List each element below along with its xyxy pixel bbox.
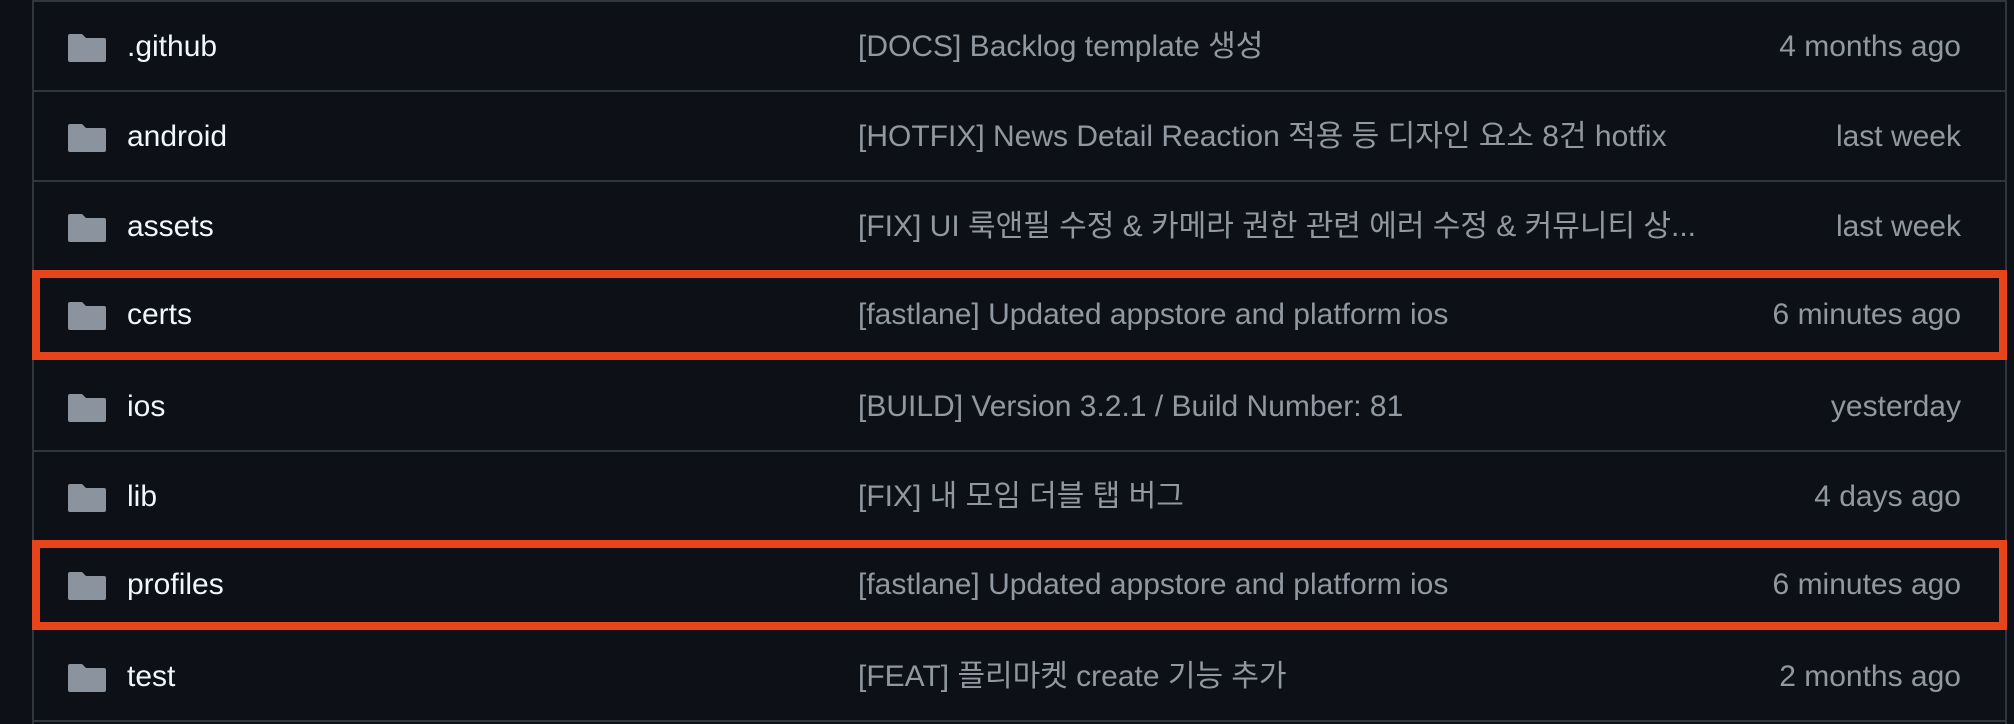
file-row-assets[interactable]: assets [FIX] UI 룩앤필 수정 & 카메라 권한 관련 에러 수정… [34,182,2005,272]
file-name-link[interactable]: ios [127,390,165,424]
file-row-test[interactable]: test [FEAT] 플리마켓 create 기능 추가 2 months a… [34,632,2005,722]
folder-icon [68,394,106,422]
commit-time: last week [1835,210,1961,243]
commit-time: last week [1835,120,1961,153]
file-name-link[interactable]: lib [127,480,157,514]
commit-message-link[interactable]: [FIX] UI 룩앤필 수정 & 카메라 권한 관련 에러 수정 & 커뮤니티… [858,210,1724,244]
folder-icon [68,34,106,62]
folder-icon [68,572,106,600]
folder-icon [68,664,106,692]
folder-icon [68,124,106,152]
commit-message-link[interactable]: [DOCS] Backlog template 생성 [858,30,1724,64]
file-name-link[interactable]: test [127,660,175,694]
file-row-certs[interactable]: certs [fastlane] Updated appstore and pl… [32,270,2007,360]
file-row-lib[interactable]: lib [FIX] 내 모임 더블 탭 버그 4 days ago [34,452,2005,542]
commit-message-link[interactable]: [HOTFIX] News Detail Reaction 적용 등 디자인 요… [858,120,1724,154]
file-row-github[interactable]: .github [DOCS] Backlog template 생성 4 mon… [34,2,2005,92]
file-list: .github [DOCS] Backlog template 생성 4 mon… [32,0,2007,724]
file-row-profiles[interactable]: profiles [fastlane] Updated appstore and… [32,540,2007,630]
file-name-link[interactable]: android [127,120,227,154]
file-name-link[interactable]: certs [127,298,192,332]
file-name-link[interactable]: .github [127,30,217,64]
commit-message-link[interactable]: [BUILD] Version 3.2.1 / Build Number: 81 [858,390,1724,424]
commit-time: 4 days ago [1814,480,1961,513]
commit-time: 6 minutes ago [1772,298,1961,331]
commit-time: 2 months ago [1779,660,1961,693]
folder-icon [68,484,106,512]
commit-message-link[interactable]: [FIX] 내 모임 더블 탭 버그 [858,480,1724,514]
file-name-link[interactable]: assets [127,210,214,244]
commit-message-link[interactable]: [fastlane] Updated appstore and platform… [858,568,1724,602]
file-row-ios[interactable]: ios [BUILD] Version 3.2.1 / Build Number… [34,362,2005,452]
commit-message-link[interactable]: [fastlane] Updated appstore and platform… [858,298,1724,332]
commit-time: 6 minutes ago [1772,568,1961,601]
commit-message-link[interactable]: [FEAT] 플리마켓 create 기능 추가 [858,660,1724,694]
file-name-link[interactable]: profiles [127,568,224,602]
folder-icon [68,214,106,242]
commit-time: 4 months ago [1779,30,1961,63]
file-row-android[interactable]: android [HOTFIX] News Detail Reaction 적용… [34,92,2005,182]
folder-icon [68,302,106,330]
commit-time: yesterday [1830,390,1961,423]
